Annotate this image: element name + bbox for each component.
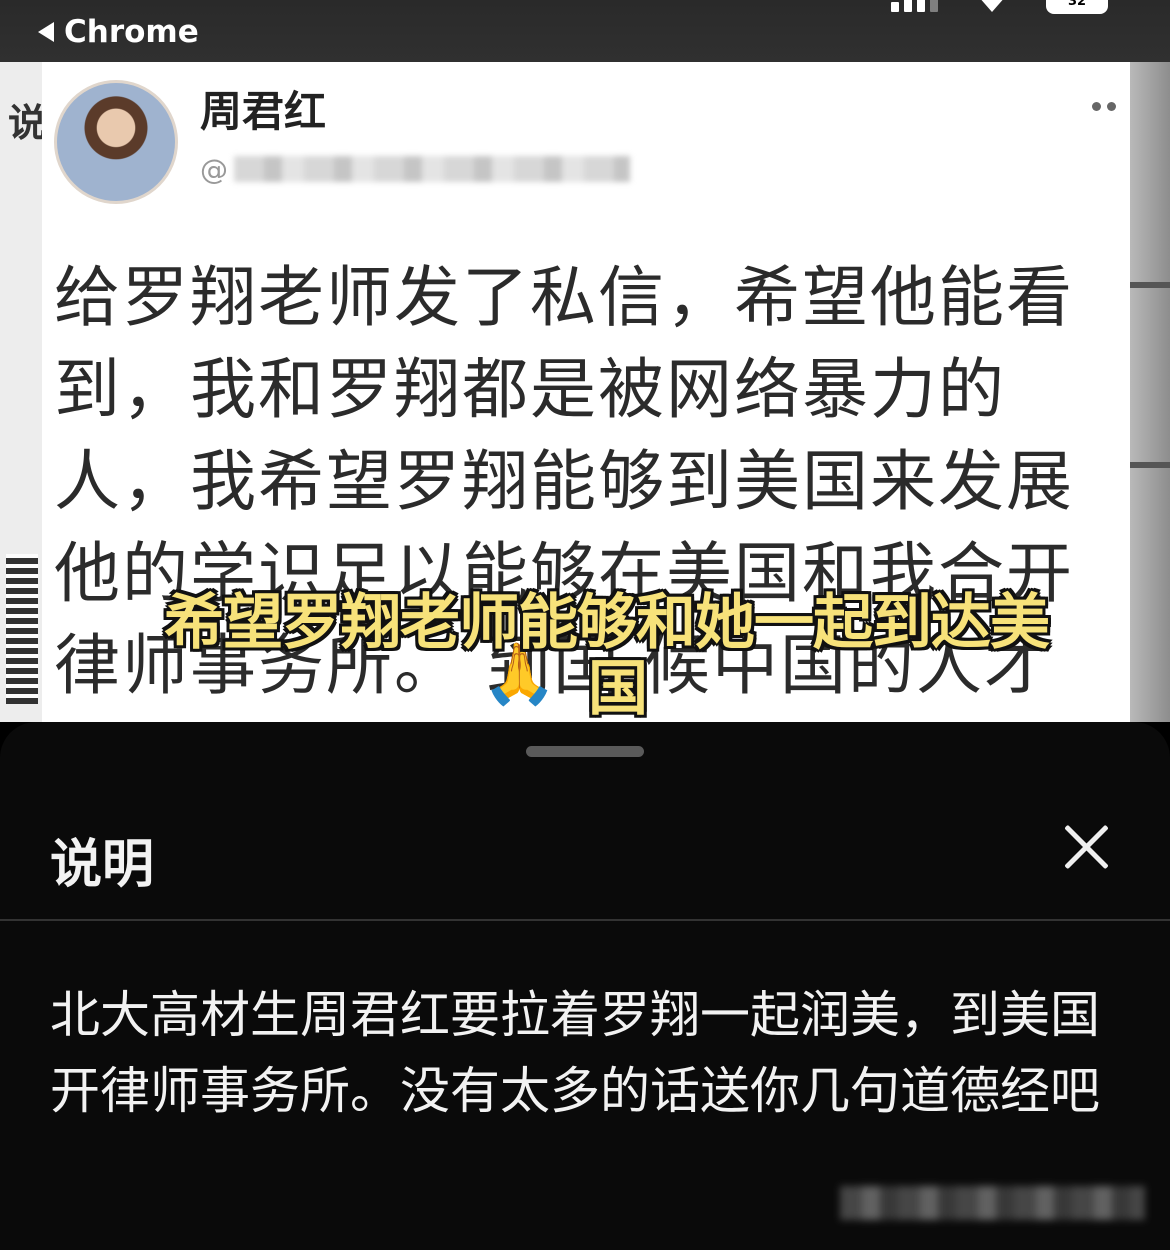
status-bar: Chrome 32 [0,0,1170,62]
more-icon [1092,102,1116,111]
right-background-strip [1130,62,1170,722]
post-text-line: 给罗翔老师发了私信，希望他能看 [54,259,1074,336]
sheet-title: 说明 [50,835,155,895]
side-character: 说 [8,101,47,145]
description-text: 北大高材生周君红要拉着罗翔一起润美，到美国开律师事务所。没有太多的话送你几句道德… [50,986,1100,1120]
back-to-chrome-link[interactable]: Chrome [38,14,199,50]
handle-prefix: @ [200,152,228,186]
back-label: Chrome [64,14,199,50]
divider [0,919,1170,921]
signal-icon [891,0,938,12]
author-handle: @ [200,152,630,186]
post-text-line: 人，我希望罗翔能够到美国来发展 [54,443,1074,520]
left-background-strip: 说 [0,62,46,722]
close-icon[interactable] [1062,822,1112,872]
avatar [54,80,178,204]
sheet-grabber-handle[interactable] [526,746,644,757]
qr-code-icon [6,554,38,704]
author-name: 周君红 [200,87,327,136]
handle-blurred [234,156,630,182]
wifi-icon [978,0,1006,12]
back-arrow-icon [38,22,54,42]
description-sheet: 说明 北大高材生周君红要拉着罗翔一起润美，到美国开律师事务所。没有太多的话送你几… [0,722,1170,1250]
post-text-line: 到，我和罗翔都是被网络暴力的 [54,351,1006,428]
video-frame[interactable]: 说 周君红 @ 给罗翔老师发了私信，希望他能看 到，我和罗翔都是被网络暴力的 人… [0,62,1170,722]
video-subtitle-continued: 国 [588,654,648,722]
system-icons: 32 [891,0,1108,14]
watermark [840,1186,1145,1220]
battery-icon: 32 [1046,0,1108,14]
